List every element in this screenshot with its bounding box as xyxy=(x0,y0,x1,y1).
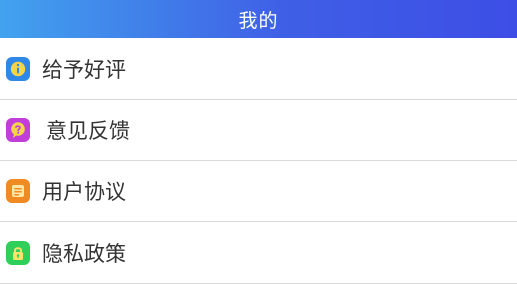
page-title: 我的 xyxy=(238,9,279,32)
question-feedback-icon xyxy=(6,118,30,142)
settings-menu: 给予好评 意见反馈 用户协议 隐私政策 xyxy=(0,39,517,284)
menu-item-label: 给予好评 xyxy=(42,58,126,82)
info-rate-icon xyxy=(6,57,30,81)
menu-item-privacy-policy[interactable]: 隐私政策 xyxy=(0,222,517,284)
lock-icon xyxy=(6,240,30,265)
menu-item-label: 用户协议 xyxy=(42,180,126,204)
menu-item-user-agreement[interactable]: 用户协议 xyxy=(0,161,517,222)
menu-item-feedback[interactable]: 意见反馈 xyxy=(0,100,517,161)
document-icon xyxy=(6,179,30,203)
menu-item-label: 隐私政策 xyxy=(42,241,126,266)
menu-item-label: 意见反馈 xyxy=(46,119,130,143)
menu-item-rate[interactable]: 给予好评 xyxy=(0,39,517,100)
top-bar: 我的 xyxy=(0,0,517,38)
